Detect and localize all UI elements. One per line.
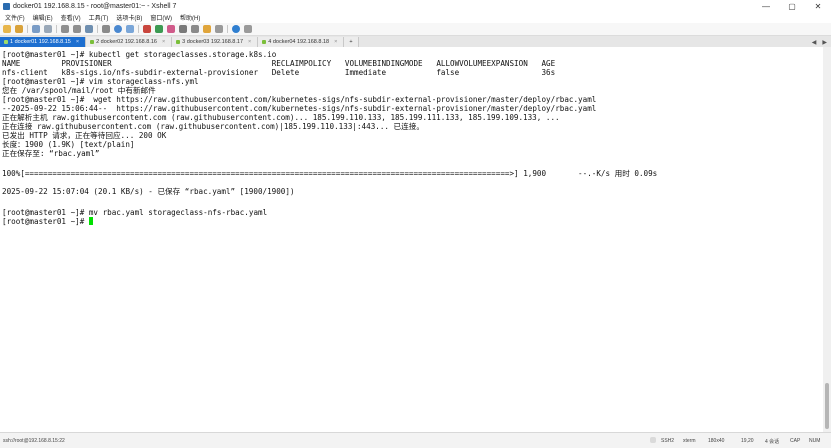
num-lock-indicator: NUM bbox=[809, 438, 821, 444]
layout-icon[interactable] bbox=[215, 25, 223, 33]
toolbar-divider bbox=[27, 25, 28, 33]
terminal-line: 长度：1900 (1.9K) [text/plain] bbox=[2, 140, 135, 149]
menu-file[interactable]: 文件(F) bbox=[0, 13, 28, 22]
menu-help[interactable]: 帮助(H) bbox=[175, 13, 203, 22]
prompt-text: [root@master01 ~]# bbox=[2, 217, 89, 226]
terminal-line: --2025-09-22 15:06:44-- https://raw.gith… bbox=[2, 104, 597, 113]
ssh-lock-icon bbox=[650, 437, 656, 443]
terminal-line: nfs-client k8s-sigs.io/nfs-subdir-extern… bbox=[2, 68, 556, 77]
tab-close-icon[interactable]: × bbox=[76, 39, 79, 45]
find-icon[interactable] bbox=[85, 25, 93, 33]
color-scheme-icon[interactable] bbox=[126, 25, 134, 33]
terminal-line: [root@master01 ~]# wget https://raw.gith… bbox=[2, 95, 597, 104]
terminal-line: [root@master01 ~]# mv rbac.yaml storagec… bbox=[2, 208, 268, 217]
tab-docker01[interactable]: 1 docker01 192.168.8.15 × bbox=[0, 37, 87, 47]
minimize-button[interactable]: — bbox=[753, 2, 779, 11]
menu-window[interactable]: 窗口(W) bbox=[145, 13, 175, 22]
add-tab-button[interactable]: + bbox=[344, 37, 359, 47]
paste-icon[interactable] bbox=[73, 25, 81, 33]
toolbar bbox=[0, 23, 831, 36]
tab-navigation: ◀ ▶ bbox=[812, 37, 831, 47]
print-icon[interactable] bbox=[102, 25, 110, 33]
tab-label: 3 docker03 192.168.8.17 bbox=[182, 39, 244, 45]
session-status-icon bbox=[90, 40, 95, 44]
connection-address: ssh://root@192.168.8.15:22 bbox=[3, 438, 65, 444]
close-button[interactable]: ✕ bbox=[805, 2, 831, 11]
transfer-icon[interactable] bbox=[155, 25, 163, 33]
terminal-line: 正在解析主机 raw.githubusercontent.com (raw.gi… bbox=[2, 113, 560, 122]
tab-docker04[interactable]: 4 docker04 192.168.8.18 × bbox=[258, 37, 345, 47]
tab-label: 4 docker04 192.168.8.18 bbox=[268, 39, 330, 45]
terminal-line: [root@master01 ~]# kubectl get storagecl… bbox=[2, 50, 277, 59]
script-icon[interactable] bbox=[167, 25, 175, 33]
tab-close-icon[interactable]: × bbox=[334, 39, 337, 45]
download-progress-line: 100%[===================================… bbox=[2, 169, 658, 178]
session-tab-bar: 1 docker01 192.168.8.15 × 2 docker02 192… bbox=[0, 36, 831, 47]
cursor-position-label: 19,20 bbox=[741, 438, 754, 444]
terminal-output[interactable]: [root@master01 ~]# kubectl get storagecl… bbox=[0, 47, 823, 432]
highlight-icon[interactable] bbox=[203, 25, 211, 33]
more-icon[interactable] bbox=[244, 25, 252, 33]
terminal-line: 已发出 HTTP 请求，正在等待回应... 200 OK bbox=[2, 131, 167, 140]
menu-edit[interactable]: 编辑(E) bbox=[28, 13, 56, 22]
session-count-label: 4 会话 bbox=[765, 439, 780, 445]
caps-lock-indicator: CAP bbox=[790, 438, 801, 444]
title-bar: docker01 192.168.8.15 - root@master01:~ … bbox=[0, 0, 831, 12]
terminal-line: NAME PROVISIONER RECLAIMPOLICY VOLUMEBIN… bbox=[2, 59, 556, 68]
window-title: docker01 192.168.8.15 - root@master01:~ … bbox=[13, 2, 177, 10]
session-status-icon bbox=[4, 40, 8, 44]
globe-icon[interactable] bbox=[114, 25, 122, 33]
terminal-cursor bbox=[88, 217, 93, 225]
terminal-type-label: xterm bbox=[683, 438, 696, 444]
xshell-app-icon bbox=[3, 2, 10, 10]
terminal-line: 正在连接 raw.githubusercontent.com (raw.gith… bbox=[2, 122, 424, 131]
menu-view[interactable]: 查看(V) bbox=[56, 13, 84, 22]
open-folder-icon[interactable] bbox=[15, 25, 23, 33]
terminal-line: 2025-09-22 15:07:04 (20.1 KB/s) - 已保存 “r… bbox=[2, 187, 295, 196]
toolbar-divider bbox=[138, 25, 139, 33]
maximize-button[interactable]: ▢ bbox=[779, 2, 805, 11]
new-session-icon[interactable] bbox=[3, 25, 11, 33]
prompt-line: [root@master01 ~]# bbox=[2, 217, 93, 226]
terminal-size-label: 180x40 bbox=[708, 438, 725, 444]
status-bar: ssh://root@192.168.8.15:22 SSH2 xterm 18… bbox=[0, 432, 831, 448]
protocol-label: SSH2 bbox=[661, 438, 675, 444]
menu-tools[interactable]: 工具(T) bbox=[84, 13, 112, 22]
toolbar-divider bbox=[227, 25, 228, 33]
terminal-line: [root@master01 ~]# vim storageclass-nfs.… bbox=[2, 77, 199, 86]
tab-docker02[interactable]: 2 docker02 192.168.8.16 × bbox=[86, 37, 173, 47]
tab-next-icon[interactable]: ▶ bbox=[822, 39, 827, 46]
scrollbar-thumb[interactable] bbox=[825, 383, 829, 429]
lock-icon[interactable] bbox=[191, 25, 199, 33]
tab-close-icon[interactable]: × bbox=[162, 39, 165, 45]
tab-close-icon[interactable]: × bbox=[248, 39, 251, 45]
menu-bar: 文件(F) 编辑(E) 查看(V) 工具(T) 选项卡(B) 窗口(W) 帮助(… bbox=[0, 12, 831, 23]
tab-label: 1 docker01 192.168.8.15 bbox=[10, 39, 71, 45]
xftp-icon[interactable] bbox=[143, 25, 151, 33]
help-icon[interactable] bbox=[232, 25, 240, 33]
tab-prev-icon[interactable]: ◀ bbox=[812, 39, 817, 46]
vertical-scrollbar[interactable] bbox=[823, 47, 831, 432]
copy-icon[interactable] bbox=[61, 25, 69, 33]
reconnect-icon[interactable] bbox=[32, 25, 40, 33]
tab-docker03[interactable]: 3 docker03 192.168.8.17 × bbox=[172, 37, 259, 47]
session-status-icon bbox=[262, 40, 267, 44]
terminal-line: 您在 /var/spool/mail/root 中有新邮件 bbox=[2, 86, 156, 95]
terminal-line: 正在保存至: “rbac.yaml” bbox=[2, 149, 100, 158]
session-status-icon bbox=[176, 40, 181, 44]
keyboard-icon[interactable] bbox=[179, 25, 187, 33]
toolbar-divider bbox=[56, 25, 57, 33]
toolbar-divider bbox=[97, 25, 98, 33]
tab-label: 2 docker02 192.168.8.16 bbox=[96, 39, 157, 45]
menu-tabs[interactable]: 选项卡(B) bbox=[111, 13, 145, 22]
disconnect-icon[interactable] bbox=[44, 25, 52, 33]
